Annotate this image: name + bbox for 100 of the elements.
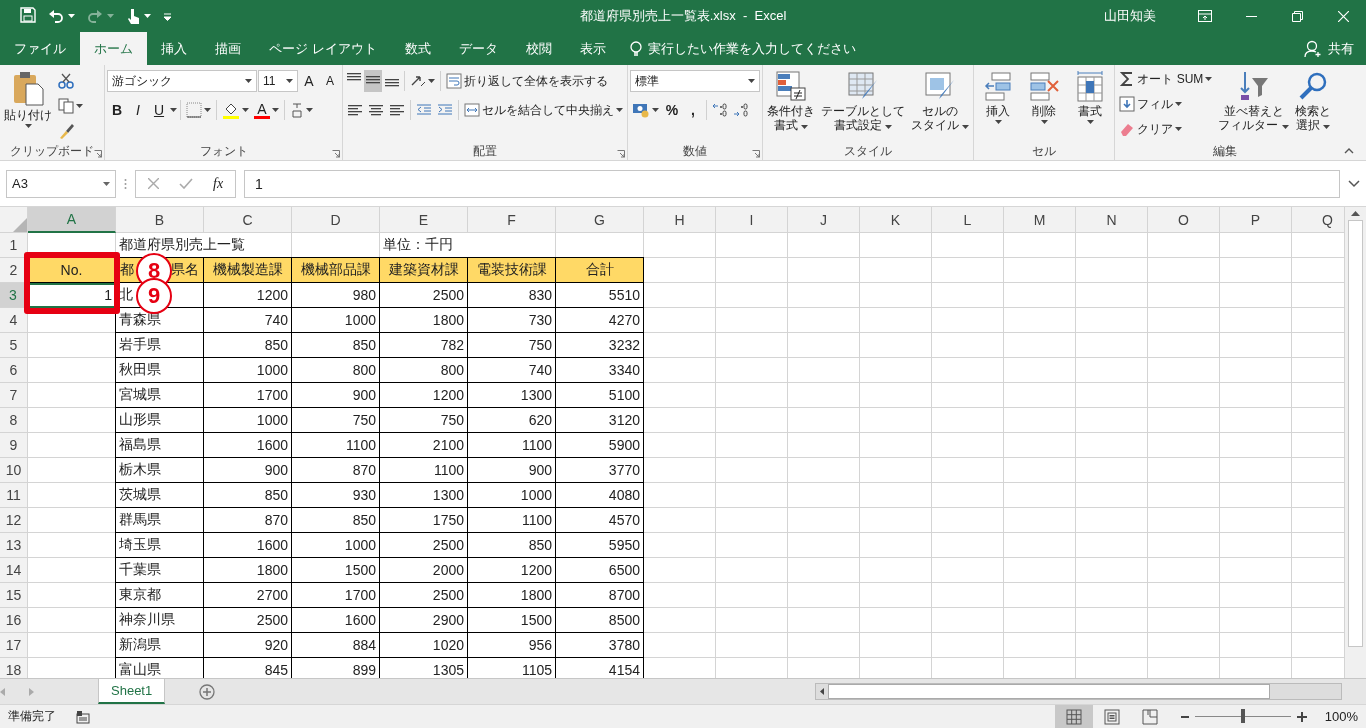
share-button[interactable]: 共有 bbox=[1304, 32, 1354, 65]
copy-button[interactable] bbox=[56, 95, 85, 117]
row-header[interactable]: 18 bbox=[0, 658, 28, 678]
wrap-text-button[interactable]: 折り返して全体を表示する bbox=[444, 70, 610, 92]
row-header[interactable]: 15 bbox=[0, 583, 28, 608]
name-box[interactable]: A3 bbox=[6, 169, 116, 198]
column-header[interactable]: C bbox=[204, 207, 292, 233]
column-header[interactable]: A bbox=[28, 207, 116, 233]
row-header[interactable]: 4 bbox=[0, 308, 28, 333]
borders-button[interactable] bbox=[184, 99, 213, 121]
editing-button[interactable]: 検索と 選択 bbox=[1292, 68, 1333, 143]
table-cell: 850 bbox=[204, 333, 292, 358]
group-label: スタイル bbox=[844, 143, 893, 160]
add-sheet-button[interactable] bbox=[199, 683, 216, 700]
shrink-font-button[interactable]: A bbox=[320, 70, 340, 92]
column-header[interactable]: E bbox=[380, 207, 468, 233]
column-header[interactable]: N bbox=[1076, 207, 1148, 233]
ribbon-tab[interactable]: 描画 bbox=[201, 32, 255, 65]
dialog-launcher-button[interactable] bbox=[94, 147, 102, 161]
ribbon-tab[interactable]: データ bbox=[444, 32, 512, 65]
column-header[interactable]: B bbox=[116, 207, 204, 233]
vertical-align-button[interactable] bbox=[364, 70, 382, 92]
redo-icon bbox=[87, 8, 103, 24]
formula-input[interactable]: 1 bbox=[244, 169, 1340, 198]
row-header[interactable]: 5 bbox=[0, 333, 28, 358]
row-header[interactable]: 9 bbox=[0, 433, 28, 458]
close-icon bbox=[148, 177, 159, 189]
ribbon-tab[interactable]: ページ レイアウト bbox=[255, 32, 391, 65]
caret-icon bbox=[962, 125, 970, 130]
ribbon-tab[interactable]: ファイル bbox=[0, 32, 80, 65]
number-style-button[interactable]: , bbox=[683, 99, 703, 121]
tell-me-field[interactable]: 実行したい作業を入力してください bbox=[619, 32, 866, 65]
font-size-field[interactable]: 11 bbox=[258, 70, 298, 92]
merge-center-button[interactable]: セルを結合して中央揃え bbox=[462, 99, 625, 121]
row-header[interactable]: 11 bbox=[0, 483, 28, 508]
editing-button[interactable]: 並べ替えと フィルター bbox=[1216, 68, 1291, 143]
font-color-button[interactable]: A bbox=[252, 99, 281, 121]
scrollbar-thumb[interactable] bbox=[1348, 220, 1363, 647]
column-header[interactable]: I bbox=[716, 207, 788, 233]
caret-icon bbox=[616, 108, 623, 112]
style-button[interactable]: 条件付き 書式 bbox=[765, 68, 817, 143]
horizontal-scrollbar[interactable] bbox=[815, 683, 1342, 700]
cells-button[interactable]: 挿入 bbox=[976, 68, 1021, 143]
style-button[interactable]: テーブルとして 書式設定 bbox=[819, 68, 907, 143]
column-header[interactable]: M bbox=[1004, 207, 1076, 233]
text-style-button[interactable]: U bbox=[149, 99, 169, 121]
redo-button[interactable] bbox=[87, 8, 114, 24]
column-header[interactable]: J bbox=[788, 207, 860, 233]
caret-icon bbox=[76, 104, 83, 108]
font-name-field[interactable]: 游ゴシック bbox=[107, 70, 257, 92]
editing-button[interactable]: クリア bbox=[1117, 118, 1215, 140]
grow-font-button[interactable]: A bbox=[299, 70, 319, 92]
dialog-launcher-button[interactable] bbox=[332, 147, 340, 161]
number-format-field[interactable]: 標準 bbox=[630, 70, 760, 92]
zoom-level[interactable]: 100% bbox=[1324, 709, 1358, 724]
caret-icon bbox=[885, 125, 893, 130]
text-style-button[interactable]: B bbox=[107, 99, 127, 121]
column-header[interactable]: L bbox=[932, 207, 1004, 233]
view-button[interactable] bbox=[1054, 705, 1093, 728]
status-text: 準備完了 bbox=[8, 708, 56, 725]
row-header[interactable]: 7 bbox=[0, 383, 28, 408]
number-style-button[interactable]: % bbox=[662, 99, 682, 121]
row-header[interactable]: 6 bbox=[0, 358, 28, 383]
cells-button[interactable]: 書式 bbox=[1068, 68, 1113, 143]
ribbon-tab[interactable]: 数式 bbox=[390, 32, 445, 65]
row-header[interactable]: 13 bbox=[0, 533, 28, 558]
row-header[interactable]: 1 bbox=[0, 233, 28, 258]
editing-button[interactable]: オート SUM bbox=[1117, 68, 1215, 90]
ribbon-tab[interactable]: ホーム bbox=[80, 32, 147, 65]
insert-function-button[interactable]: fx bbox=[213, 175, 224, 192]
column-header[interactable]: Q bbox=[1292, 207, 1344, 233]
column-header[interactable]: H bbox=[644, 207, 716, 233]
row-header[interactable]: 17 bbox=[0, 633, 28, 658]
touch-mode-button[interactable] bbox=[126, 7, 151, 25]
style-button[interactable]: セルの スタイル bbox=[909, 68, 972, 143]
row-header[interactable]: 8 bbox=[0, 408, 28, 433]
cells-button[interactable]: 削除 bbox=[1022, 68, 1067, 143]
save-button[interactable] bbox=[20, 6, 36, 26]
zoom-slider-thumb[interactable] bbox=[1240, 709, 1245, 723]
row-header[interactable]: 14 bbox=[0, 558, 28, 583]
undo-button[interactable] bbox=[48, 8, 75, 24]
column-header[interactable]: P bbox=[1220, 207, 1292, 233]
ribbon-tab[interactable]: 挿入 bbox=[147, 32, 201, 65]
ribbon-tab[interactable]: 校閲 bbox=[511, 32, 566, 65]
paste-button[interactable]: 貼り付け bbox=[2, 68, 54, 143]
dialog-launcher-button[interactable] bbox=[617, 147, 625, 161]
column-header[interactable]: D bbox=[292, 207, 380, 233]
column-header[interactable]: F bbox=[468, 207, 556, 233]
column-header[interactable]: K bbox=[860, 207, 932, 233]
column-header[interactable]: O bbox=[1148, 207, 1220, 233]
editing-button[interactable]: フィル bbox=[1117, 93, 1215, 115]
collapse-ribbon-button[interactable] bbox=[1344, 148, 1354, 154]
dialog-launcher-button[interactable] bbox=[752, 147, 760, 161]
row-header[interactable]: 16 bbox=[0, 608, 28, 633]
ribbon-tab[interactable]: 表示 bbox=[565, 32, 620, 65]
row-header[interactable]: 12 bbox=[0, 508, 28, 533]
sheet-tab[interactable]: Sheet1 bbox=[98, 679, 166, 704]
column-header[interactable]: G bbox=[556, 207, 644, 233]
text-style-button[interactable]: I bbox=[128, 99, 148, 121]
row-header[interactable]: 10 bbox=[0, 458, 28, 483]
